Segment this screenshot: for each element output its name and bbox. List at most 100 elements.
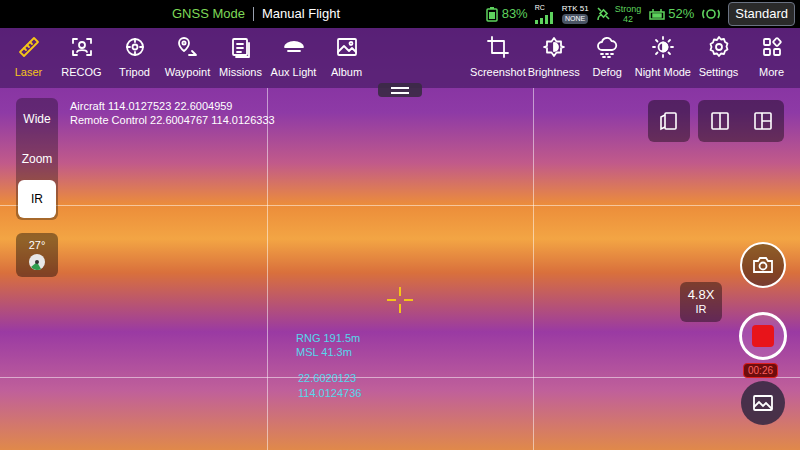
status-indicators: 83%RCRTK 51NONEStrong4252%Standard bbox=[486, 2, 800, 26]
toolbar-label: Screenshot bbox=[470, 64, 526, 81]
satellite-signal: Strong42 bbox=[596, 4, 642, 24]
handle-line bbox=[391, 87, 409, 89]
card-icon bbox=[658, 110, 680, 132]
zoom-lens: IR bbox=[696, 302, 707, 316]
camera-icon bbox=[752, 255, 774, 275]
missions-icon bbox=[229, 35, 253, 59]
lens-label: Zoom bbox=[22, 150, 53, 168]
divider bbox=[253, 7, 254, 21]
rc-battery-percent: 52% bbox=[668, 4, 694, 24]
toolbar-button[interactable]: Laser bbox=[2, 35, 55, 81]
grid-line bbox=[0, 205, 800, 206]
rc-signal: RC bbox=[535, 4, 555, 24]
satellite-icon bbox=[596, 6, 612, 22]
lens-button[interactable]: Wide bbox=[18, 100, 56, 138]
record-button[interactable] bbox=[739, 312, 787, 360]
toolbar-right: ScreenshotBrightness Defog Night Mode Setti… bbox=[469, 35, 798, 81]
grid-line bbox=[533, 88, 534, 450]
battery-icon bbox=[486, 6, 500, 22]
pip-view-icon[interactable] bbox=[752, 110, 774, 132]
photo-button[interactable] bbox=[740, 242, 786, 288]
rtk-status: RTK 51NONE bbox=[562, 4, 589, 24]
toolbar-label: Aux Light bbox=[271, 64, 317, 81]
toolbar-label: Tripod bbox=[119, 64, 150, 81]
target-longitude: 114.0124736 bbox=[298, 386, 361, 401]
aircraft-position: Aircraft 114.0127523 22.6004959 bbox=[70, 99, 275, 113]
flight-mode: Manual Flight bbox=[262, 4, 340, 24]
gimbal-icon bbox=[27, 252, 47, 272]
layout-switcher bbox=[698, 100, 784, 142]
gallery-icon bbox=[752, 393, 774, 413]
toolbar-label: Settings bbox=[699, 64, 739, 81]
album-button[interactable] bbox=[741, 381, 785, 425]
toolbar-button[interactable]: Album bbox=[320, 35, 373, 81]
rc-label: RC bbox=[535, 4, 545, 12]
toolbar-button[interactable]: Aux Light bbox=[267, 35, 320, 81]
satellite-text: Strong42 bbox=[615, 4, 642, 24]
target-latitude: 22.6020123 bbox=[298, 371, 361, 386]
rc-battery: 52% bbox=[648, 4, 694, 24]
panel-handle[interactable] bbox=[378, 83, 422, 97]
lens-selector: Wide Zoom IR bbox=[16, 98, 58, 220]
gnss-mode: GNSS Mode bbox=[172, 4, 245, 24]
crosshair-icon bbox=[385, 285, 415, 315]
toolbar-button[interactable]: Missions bbox=[214, 35, 267, 81]
toolbar-label: Night Mode bbox=[635, 64, 691, 81]
lens-button[interactable]: IR bbox=[18, 180, 56, 218]
night-mode-icon bbox=[651, 35, 675, 59]
rtk-fix: NONE bbox=[562, 14, 588, 24]
thermal-video: Laser RECOG Tripod Waypoint Missions Aux Ligh… bbox=[0, 28, 800, 450]
toolbar-label: Laser bbox=[15, 64, 43, 81]
lens-label: Wide bbox=[23, 110, 50, 128]
gimbal-angle: 27° bbox=[29, 239, 46, 251]
flight-profile-button[interactable]: Standard bbox=[728, 2, 795, 26]
flight-status: GNSS Mode Manual Flight bbox=[172, 4, 340, 24]
toolbar-label: Waypoint bbox=[165, 64, 210, 81]
toolbar-button[interactable]: Defog bbox=[581, 35, 634, 81]
toolbar-button[interactable]: Brightness bbox=[527, 35, 581, 81]
toolbar: Laser RECOG Tripod Waypoint Missions Aux Ligh… bbox=[0, 28, 800, 88]
position-info: Aircraft 114.0127523 22.6004959Remote Co… bbox=[70, 99, 275, 127]
controller-battery-icon bbox=[648, 6, 666, 22]
view-toggle-button[interactable] bbox=[648, 100, 690, 142]
brightness-icon bbox=[542, 35, 566, 59]
lens-button[interactable]: Zoom bbox=[18, 140, 56, 178]
toolbar-button[interactable]: Waypoint bbox=[161, 35, 214, 81]
satellite-count: 42 bbox=[615, 14, 642, 24]
toolbar-label: Album bbox=[331, 64, 362, 81]
obstacle-sensing-icon[interactable] bbox=[701, 4, 721, 24]
signal-bars-icon bbox=[535, 12, 555, 24]
toolbar-button[interactable]: Tripod bbox=[108, 35, 161, 81]
toolbar-button[interactable]: More bbox=[745, 35, 798, 81]
toolbar-button[interactable]: Night Mode bbox=[634, 35, 692, 81]
toolbar-label: RECOG bbox=[61, 64, 101, 81]
toolbar-label: Missions bbox=[219, 64, 262, 81]
album-icon bbox=[335, 35, 359, 59]
defog-icon bbox=[595, 35, 619, 59]
toolbar-button[interactable]: Screenshot bbox=[469, 35, 527, 81]
toolbar-label: Brightness bbox=[528, 64, 580, 81]
toolbar-button[interactable]: RECOG bbox=[55, 35, 108, 81]
split-view-icon[interactable] bbox=[709, 110, 731, 132]
rtk-label: RTK 51 bbox=[562, 4, 589, 14]
laser-readout: RNG 191.5mMSL 41.3m bbox=[296, 331, 360, 359]
crop-icon bbox=[486, 35, 510, 59]
status-bar: GNSS ModeManual Flight83%RCRTK 51NONEStr… bbox=[0, 0, 800, 28]
gimbal-indicator: 27° bbox=[16, 233, 58, 277]
zoom-indicator[interactable]: 4.8XIR bbox=[680, 282, 722, 322]
recognition-icon bbox=[70, 35, 94, 59]
toolbar-button[interactable]: Settings bbox=[692, 35, 745, 81]
toolbar-label: Defog bbox=[593, 64, 622, 81]
remote-position: Remote Control 22.6004767 114.0126333 bbox=[70, 113, 275, 127]
record-indicator bbox=[752, 325, 774, 347]
signal-strength: Strong bbox=[615, 4, 642, 14]
laser-icon bbox=[17, 35, 41, 59]
tripod-icon bbox=[123, 35, 147, 59]
record-time: 00:26 bbox=[748, 365, 773, 376]
handle-line bbox=[391, 92, 409, 94]
laser-range: RNG 191.5m bbox=[296, 331, 360, 345]
record-timer: 00:26 bbox=[743, 363, 778, 378]
more-icon bbox=[760, 35, 784, 59]
waypoint-icon bbox=[176, 35, 200, 59]
grid-line bbox=[0, 377, 800, 378]
